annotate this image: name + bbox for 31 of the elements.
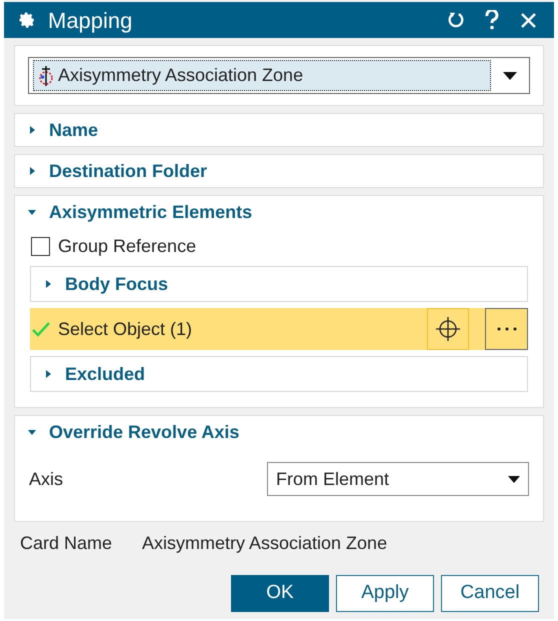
section-header[interactable]: Name [15, 114, 543, 146]
card-name-label: Card Name [20, 532, 114, 554]
dialog-button[interactable]: Apply [336, 575, 434, 612]
window-title: Mapping [48, 6, 134, 35]
close-icon [520, 12, 536, 28]
crosshair-icon [435, 316, 461, 342]
reset-icon [447, 11, 465, 29]
axis-dropdown[interactable]: From Element [267, 462, 529, 496]
dialog-button[interactable]: Cancel [441, 575, 539, 612]
dropdown-arrow-icon [508, 476, 520, 482]
section-header[interactable]: Override Revolve Axis [15, 416, 543, 448]
dialog-button[interactable]: OK [231, 575, 329, 612]
type-dropdown[interactable]: Axisymmetry Association Zone [28, 57, 530, 94]
gear-icon [18, 11, 36, 29]
selection-row[interactable]: Select Object (1) [30, 308, 528, 350]
section-header[interactable]: Destination Folder [15, 155, 543, 187]
field-label: Axis [29, 468, 64, 490]
section-header[interactable]: Body Focus [31, 267, 527, 301]
crosshair-button[interactable] [427, 308, 469, 350]
dropdown-arrow-icon [503, 72, 517, 80]
selection-label: Select Object (1) [58, 318, 194, 341]
checkbox[interactable] [31, 236, 50, 256]
section-header[interactable]: Excluded [31, 357, 527, 391]
more-button[interactable] [485, 308, 528, 350]
help-icon [485, 10, 499, 30]
more-icon [496, 327, 516, 331]
section-header[interactable]: Axisymmetric Elements [15, 196, 543, 228]
type-value: Axisymmetry Association Zone [58, 64, 304, 87]
card-name-value: Axisymmetry Association Zone [142, 532, 388, 555]
axisymmetry-icon [38, 64, 54, 86]
checkbox-label: Group Reference [58, 234, 196, 258]
